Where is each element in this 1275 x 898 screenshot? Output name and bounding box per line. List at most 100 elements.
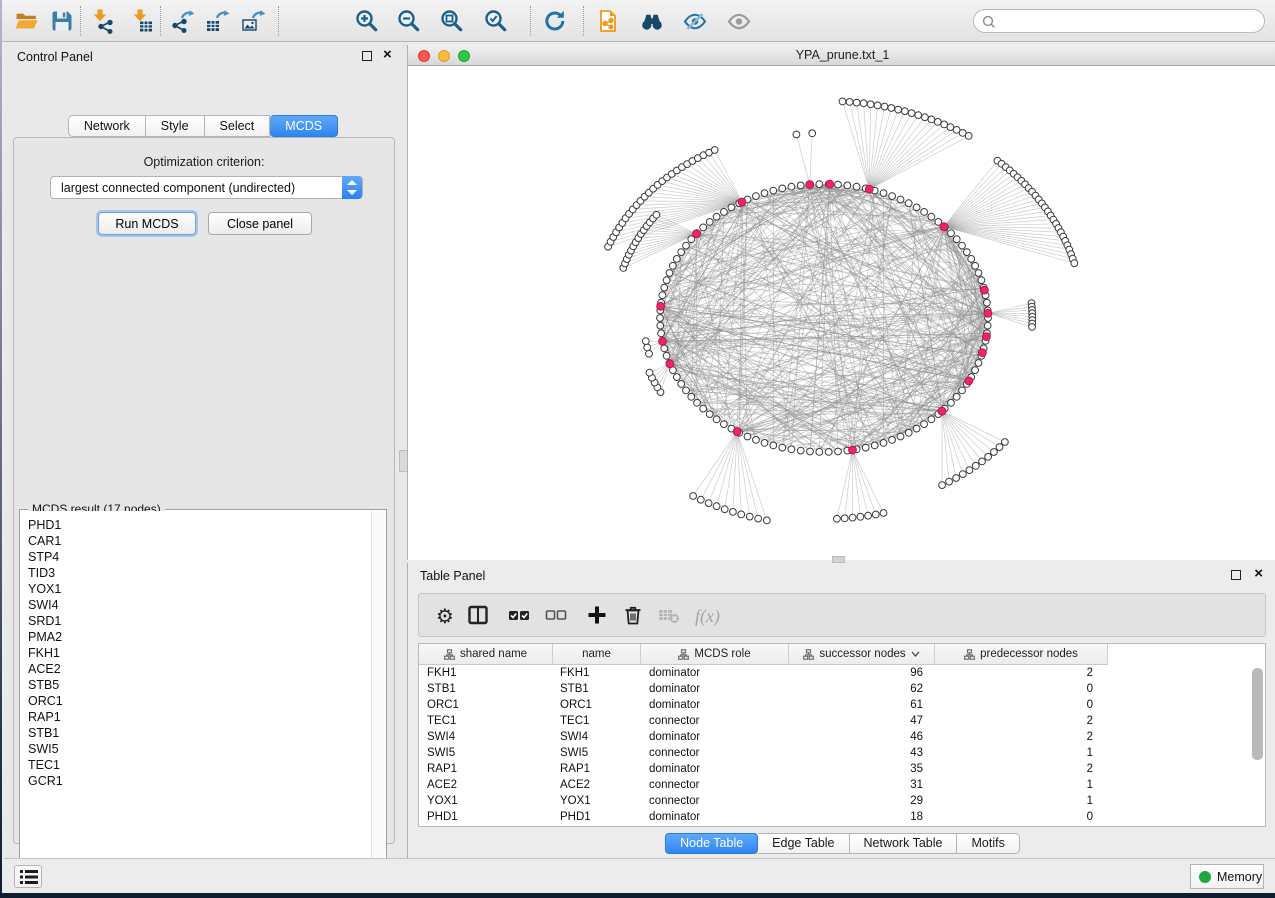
network-graph[interactable]	[408, 66, 1275, 560]
mcds-result-item[interactable]: CAR1	[28, 533, 371, 549]
tab-mcds[interactable]: MCDS	[270, 115, 338, 137]
column-header-successor-nodes[interactable]: successor nodes	[789, 644, 935, 664]
table-cell[interactable]: 2	[935, 729, 1093, 745]
table-panel-float-button[interactable]	[1231, 570, 1241, 580]
horizontal-splitter-handle[interactable]	[832, 556, 845, 563]
table-row[interactable]: STB1STB1dominator620	[419, 681, 1265, 697]
table-cell[interactable]: 18	[789, 809, 923, 825]
column-header-MCDS-role[interactable]: MCDS role	[641, 644, 789, 664]
columns-button[interactable]	[466, 604, 490, 628]
mcds-result-item[interactable]: RAP1	[28, 709, 371, 725]
table-destroy-button[interactable]	[657, 604, 681, 628]
search-input[interactable]	[1000, 11, 1258, 31]
table-row[interactable]: YOX1YOX1connector291	[419, 793, 1265, 809]
table-cell[interactable]: ORC1	[427, 697, 547, 713]
binoculars-button[interactable]	[639, 8, 665, 34]
export-table-button[interactable]	[205, 8, 231, 34]
export-network-button[interactable]	[170, 8, 196, 34]
table-cell[interactable]: PHD1	[560, 809, 635, 825]
mcds-result-item[interactable]: GCR1	[28, 773, 371, 789]
table-cell[interactable]: 0	[935, 697, 1093, 713]
mcds-result-item[interactable]: SRD1	[28, 613, 371, 629]
table-row[interactable]: ACE2ACE2connector311	[419, 777, 1265, 793]
table-cell[interactable]: 1	[935, 793, 1093, 809]
save-button[interactable]	[49, 8, 75, 34]
mcds-result-item[interactable]: STB1	[28, 725, 371, 741]
tab-node-table[interactable]: Node Table	[665, 833, 758, 854]
table-row[interactable]: PHD1 PHD1 dominator 18 0	[419, 809, 1265, 825]
table-cell[interactable]: 1	[935, 777, 1093, 793]
tab-select[interactable]: Select	[205, 115, 271, 137]
table-cell[interactable]: connector	[649, 745, 779, 761]
table-cell[interactable]: SWI4	[560, 729, 635, 745]
tab-motifs[interactable]: Motifs	[957, 833, 1019, 854]
table-cell[interactable]: 61	[789, 697, 923, 713]
mcds-result-item[interactable]: ACE2	[28, 661, 371, 677]
table-cell[interactable]: dominator	[649, 809, 779, 825]
export-image-button[interactable]	[241, 8, 267, 34]
table-cell[interactable]: dominator	[649, 761, 779, 777]
table-cell[interactable]: STB1	[560, 681, 635, 697]
mcds-result-item[interactable]: TEC1	[28, 757, 371, 773]
mcds-result-item[interactable]: PMA2	[28, 629, 371, 645]
table-cell[interactable]: STB1	[427, 681, 547, 697]
table-cell[interactable]: 47	[789, 713, 923, 729]
table-cell[interactable]: RAP1	[427, 761, 547, 777]
tab-style[interactable]: Style	[146, 115, 205, 137]
tab-network[interactable]: Network	[68, 115, 146, 137]
table-row[interactable]: FKH1FKH1dominator962	[419, 665, 1265, 681]
table-panel-close-button[interactable]: ×	[1254, 569, 1263, 579]
mcds-result-scrollbar[interactable]	[371, 511, 385, 880]
table-cell[interactable]: dominator	[649, 729, 779, 745]
mcds-result-item[interactable]: SWI5	[28, 741, 371, 757]
criterion-dropdown[interactable]: largest connected component (undirected)	[50, 176, 363, 199]
table-cell[interactable]: dominator	[649, 681, 779, 697]
zoom-out-button[interactable]	[396, 8, 422, 34]
close-panel-button[interactable]: Close panel	[208, 212, 312, 235]
function-builder-button[interactable]: f(x)	[695, 604, 719, 628]
column-header-name[interactable]: name	[553, 644, 641, 664]
table-cell[interactable]: PHD1	[427, 809, 547, 825]
mcds-result-item[interactable]: ORC1	[28, 693, 371, 709]
add-column-button[interactable]	[585, 604, 609, 628]
table-cell[interactable]: FKH1	[560, 665, 635, 681]
table-row[interactable]: SWI5SWI5connector431	[419, 745, 1265, 761]
tab-network-table[interactable]: Network Table	[850, 833, 958, 854]
refresh-button[interactable]	[542, 8, 568, 34]
eye-button[interactable]	[726, 8, 752, 34]
table-cell[interactable]: connector	[649, 777, 779, 793]
table-cell[interactable]: 2	[935, 761, 1093, 777]
table-cell[interactable]: 0	[935, 809, 1093, 825]
run-mcds-button[interactable]: Run MCDS	[98, 212, 196, 235]
zoom-fit-button[interactable]	[439, 8, 465, 34]
import-network-button[interactable]	[89, 8, 115, 34]
mcds-result-item[interactable]: YOX1	[28, 581, 371, 597]
table-cell[interactable]: connector	[649, 793, 779, 809]
table-cell[interactable]: 29	[789, 793, 923, 809]
table-cell[interactable]: SWI5	[427, 745, 547, 761]
memory-button[interactable]: Memory	[1190, 864, 1264, 889]
mcds-result-item[interactable]: SWI4	[28, 597, 371, 613]
table-cell[interactable]: SWI5	[560, 745, 635, 761]
document-share-button[interactable]	[596, 8, 622, 34]
table-row[interactable]: SWI4SWI4dominator462	[419, 729, 1265, 745]
tab-edge-table[interactable]: Edge Table	[758, 833, 849, 854]
table-cell[interactable]: ACE2	[427, 777, 547, 793]
table-cell[interactable]: YOX1	[427, 793, 547, 809]
mcds-result-item[interactable]: TID3	[28, 565, 371, 581]
table-cell[interactable]: 0	[935, 681, 1093, 697]
search-field[interactable]	[973, 9, 1265, 33]
table-cell[interactable]: 2	[935, 713, 1093, 729]
mcds-result-item[interactable]: STP4	[28, 549, 371, 565]
table-row[interactable]: RAP1RAP1dominator352	[419, 761, 1265, 777]
select-all-button[interactable]	[507, 604, 531, 628]
table-cell[interactable]: 2	[935, 665, 1093, 681]
settings-button[interactable]: ⚙	[433, 604, 457, 628]
open-button[interactable]	[14, 8, 40, 34]
table-cell[interactable]: dominator	[649, 665, 779, 681]
mcds-result-item[interactable]: FKH1	[28, 645, 371, 661]
column-header-predecessor-nodes[interactable]: predecessor nodes	[935, 644, 1108, 664]
control-panel-close-button[interactable]: ×	[383, 50, 392, 60]
table-scrollbar-thumb[interactable]	[1252, 668, 1263, 760]
table-row[interactable]: ORC1ORC1dominator610	[419, 697, 1265, 713]
